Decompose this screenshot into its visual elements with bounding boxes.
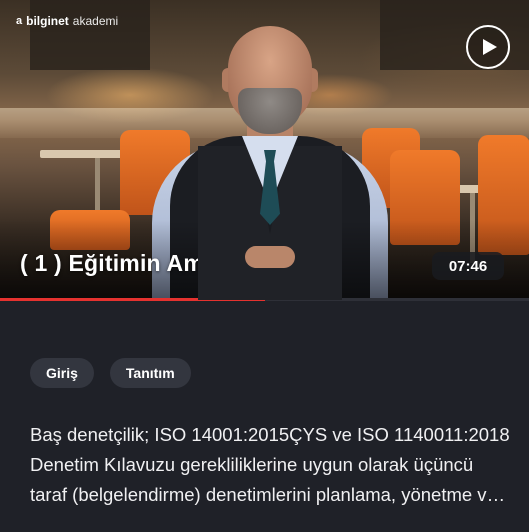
tag-list: Giriş Tanıtım (30, 358, 191, 388)
brand-name: bilginet (26, 14, 69, 28)
course-description: Baş denetçilik; ISO 14001:2015ÇYS ve ISO… (30, 424, 510, 505)
course-card[interactable]: a bilginet akademi ( 1 ) Eğitimin Amacı … (0, 0, 529, 532)
duration-badge: 07:46 (432, 252, 504, 280)
play-button[interactable] (466, 25, 510, 69)
video-thumbnail[interactable]: a bilginet akademi ( 1 ) Eğitimin Amacı … (0, 0, 529, 300)
tag-giris[interactable]: Giriş (30, 358, 94, 388)
brand-suffix: akademi (72, 14, 119, 28)
logo-mark-icon: a (16, 15, 23, 27)
brand-logo: a bilginet akademi (16, 14, 118, 28)
tag-tanitim[interactable]: Tanıtım (109, 358, 191, 388)
play-icon (482, 39, 497, 55)
background-window (30, 0, 150, 70)
